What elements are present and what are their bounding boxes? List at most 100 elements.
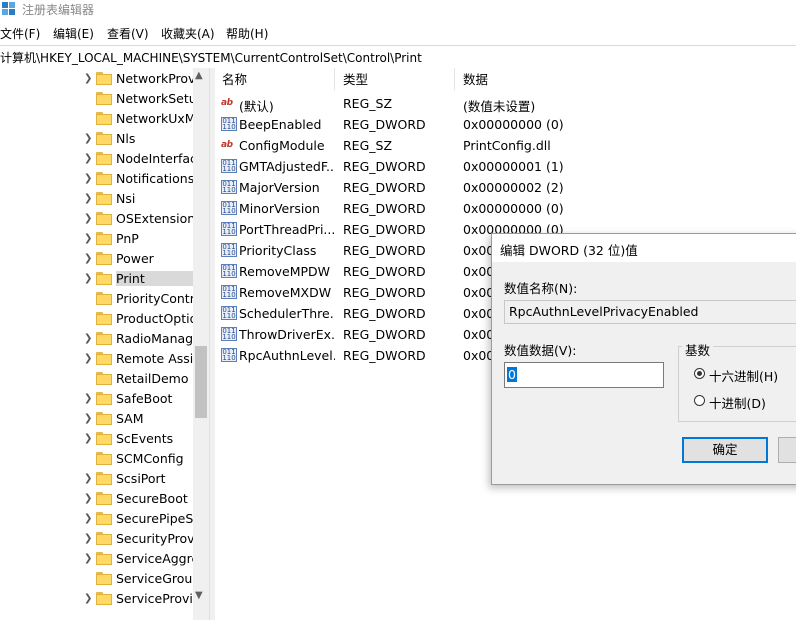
tree-item[interactable]: ServiceGroup [0, 569, 196, 589]
scroll-up-icon[interactable]: ▲ [195, 70, 203, 81]
column-header-type[interactable]: 类型 [343, 69, 368, 91]
tree-item-label: Nls [116, 131, 136, 146]
radio-decimal-label[interactable]: 十进制(D) [709, 393, 766, 412]
table-row[interactable]: 011 110 MajorVersion REG_DWORD 0x00000002 (2… [215, 177, 796, 198]
value-name: ThrowDriverEx... [239, 327, 335, 342]
chevron-right-icon[interactable]: ❯ [84, 353, 94, 365]
value-data: PrintConfig.dll [463, 138, 551, 153]
table-row[interactable]: 011 110 GMTAdjustedF... REG_DWORD 0x00000001… [215, 156, 796, 177]
tree-item[interactable]: PriorityContr [0, 289, 195, 309]
address-path[interactable]: 计算机\HKEY_LOCAL_MACHINE\SYSTEM\CurrentCon… [0, 49, 422, 66]
menu-favorites[interactable]: 收藏夹(A) [161, 25, 215, 42]
tree-item[interactable]: NetworkUxM [0, 109, 196, 129]
tree-item[interactable]: ❯ NetworkProv [0, 69, 195, 89]
chevron-right-icon[interactable]: ❯ [84, 173, 94, 185]
value-type: REG_SZ [343, 138, 393, 153]
value-data-text[interactable]: 0 [507, 367, 517, 382]
chevron-right-icon[interactable]: ❯ [84, 133, 94, 145]
tree-item-label: Remote Assis [116, 351, 196, 366]
radio-hex-label[interactable]: 十六进制(H) [709, 366, 778, 385]
dialog-title-bar[interactable]: 编辑 DWORD (32 位)值 [492, 234, 796, 262]
value-name: PortThreadPri... [239, 222, 335, 237]
tree-item[interactable]: ❯ SAM [0, 409, 195, 429]
address-bar[interactable]: 计算机\HKEY_LOCAL_MACHINE\SYSTEM\CurrentCon… [0, 45, 796, 69]
tree-item[interactable]: ❯ SecurePipeSe [0, 509, 196, 529]
tree-item[interactable]: ❯ NodeInterfac [0, 149, 196, 169]
chevron-right-icon[interactable]: ❯ [84, 253, 94, 265]
folder-icon [96, 232, 112, 245]
dword-value-icon: 011 110 [221, 306, 237, 320]
chevron-right-icon[interactable]: ❯ [84, 153, 94, 165]
chevron-right-icon[interactable]: ❯ [84, 273, 94, 285]
column-header-data[interactable]: 数据 [463, 69, 488, 91]
chevron-right-icon[interactable]: ❯ [84, 513, 94, 525]
chevron-right-icon[interactable]: ❯ [84, 433, 94, 445]
table-row[interactable]: 011 110 BeepEnabled REG_DWORD 0x00000000 (0) [215, 114, 796, 135]
tree-item[interactable]: NetworkSetu [0, 89, 196, 109]
chevron-right-icon[interactable]: ❯ [84, 333, 94, 345]
scroll-thumb[interactable] [195, 346, 207, 418]
tree-item[interactable]: SCMConfig [0, 449, 195, 469]
column-separator[interactable] [334, 68, 335, 90]
tree-item[interactable]: ❯ Nsi [0, 189, 195, 209]
tree-item[interactable]: ❯ Nls [0, 129, 195, 149]
chevron-right-icon[interactable]: ❯ [84, 193, 94, 205]
tree-item-label: Print [116, 271, 196, 286]
chevron-right-icon[interactable]: ❯ [84, 413, 94, 425]
menu-file[interactable]: 文件(F) [0, 25, 40, 42]
folder-icon [96, 92, 112, 105]
tree-item[interactable]: ❯ SafeBoot [0, 389, 195, 409]
column-separator[interactable] [454, 68, 455, 90]
table-row[interactable]: 011 110 MinorVersion REG_DWORD 0x00000000 (0… [215, 198, 796, 219]
tree-item[interactable]: ❯ ScEvents [0, 429, 195, 449]
tree-item-label: ScEvents [116, 431, 174, 446]
folder-icon [96, 132, 112, 145]
tree-item-label: PriorityContr [116, 291, 195, 306]
value-name: MajorVersion [239, 180, 320, 195]
scroll-down-icon[interactable]: ▼ [195, 590, 203, 601]
chevron-right-icon[interactable]: ❯ [84, 213, 94, 225]
dialog-title: 编辑 DWORD (32 位)值 [500, 243, 638, 258]
radio-decimal[interactable] [694, 395, 705, 406]
chevron-right-icon[interactable]: ❯ [84, 593, 94, 605]
dword-value-icon: 011 110 [221, 285, 237, 299]
value-name-field: RpcAuthnLevelPrivacyEnabled [504, 300, 796, 324]
table-row[interactable]: ab (默认) REG_SZ (数值未设置) [215, 93, 796, 114]
key-tree: ❯ NetworkProv NetworkSetu NetworkUxM ❯ Nls ❯ No… [0, 68, 209, 620]
tree-item[interactable]: ❯ Notifications [0, 169, 195, 189]
value-type: REG_DWORD [343, 243, 426, 258]
tree-scrollbar[interactable]: ▲ ▼ [193, 68, 209, 620]
folder-icon [96, 512, 112, 525]
tree-item[interactable]: ❯ ScsiPort [0, 469, 195, 489]
menu-help[interactable]: 帮助(H) [226, 25, 268, 42]
cancel-button[interactable] [778, 437, 796, 463]
table-row[interactable]: ab ConfigModule REG_SZ PrintConfig.dll [215, 135, 796, 156]
tree-item[interactable]: ❯ SecureBoot [0, 489, 195, 509]
chevron-right-icon[interactable]: ❯ [84, 393, 94, 405]
radio-hex[interactable] [694, 368, 705, 379]
tree-item[interactable]: ❯ Power [0, 249, 195, 269]
column-header-name[interactable]: 名称 [222, 69, 247, 91]
window-title: 注册表编辑器 [22, 3, 95, 17]
tree-item[interactable]: ❯ SecurityProvi [0, 529, 196, 549]
tree-item[interactable]: ❯ Remote Assis [0, 349, 196, 369]
tree-item[interactable]: ❯ ServiceAggre [0, 549, 196, 569]
chevron-right-icon[interactable]: ❯ [84, 233, 94, 245]
menu-edit[interactable]: 编辑(E) [53, 25, 94, 42]
chevron-right-icon[interactable]: ❯ [84, 493, 94, 505]
value-data-input[interactable]: 0 [504, 362, 664, 388]
chevron-right-icon[interactable]: ❯ [84, 473, 94, 485]
chevron-right-icon[interactable]: ❯ [84, 553, 94, 565]
menu-view[interactable]: 查看(V) [107, 25, 149, 42]
chevron-right-icon[interactable]: ❯ [84, 73, 94, 85]
chevron-right-icon[interactable]: ❯ [84, 533, 94, 545]
ok-button[interactable]: 确定 [682, 437, 768, 463]
tree-item[interactable]: ❯ Print [0, 269, 196, 289]
tree-item[interactable]: ❯ OSExtensionD [0, 209, 196, 229]
tree-item[interactable]: ❯ ServiceProvid [0, 589, 196, 609]
string-value-icon: ab [221, 140, 233, 150]
tree-item[interactable]: ❯ PnP [0, 229, 195, 249]
tree-item[interactable]: ProductOptio [0, 309, 196, 329]
tree-item[interactable]: ❯ RadioManag [0, 329, 195, 349]
tree-item[interactable]: RetailDemo [0, 369, 195, 389]
